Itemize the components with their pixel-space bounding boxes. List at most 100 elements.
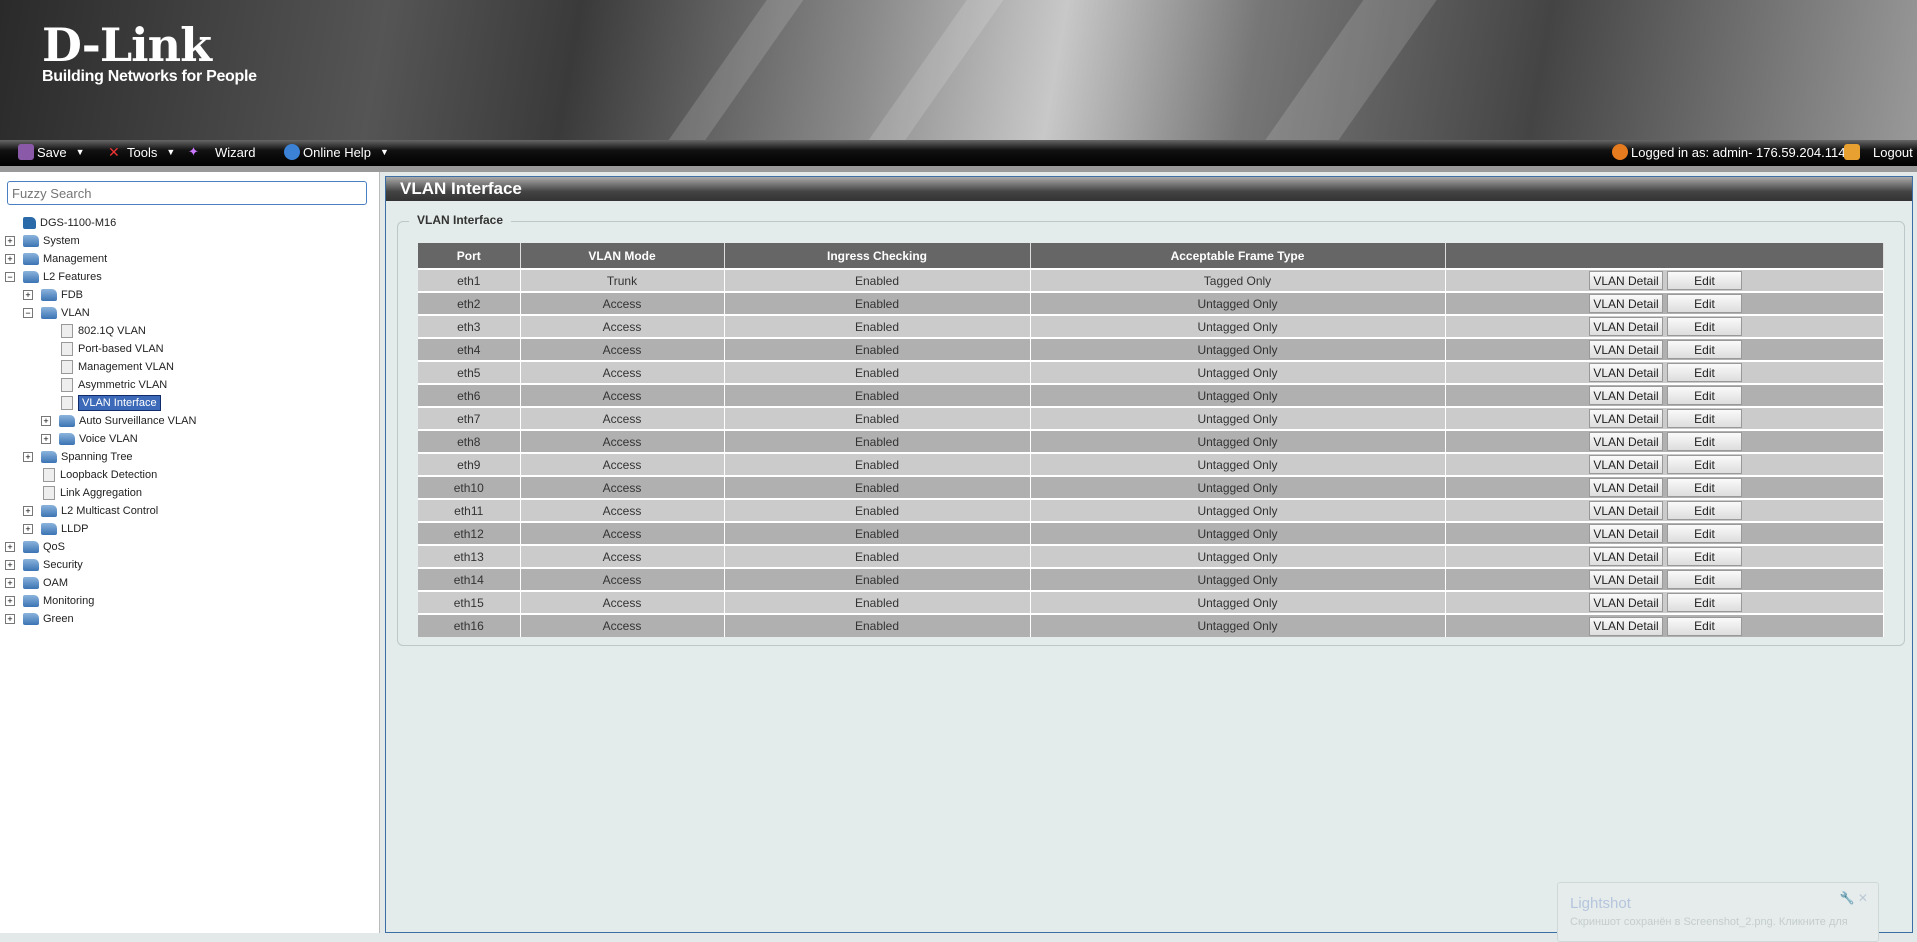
vlan-interface-fieldset: VLAN Interface Port VLAN Mode Ingress Ch… [397, 213, 1905, 646]
tree-item[interactable]: Link Aggregation [0, 484, 196, 502]
lightshot-notification[interactable]: Lightshot Скриншот сохранён в Screenshot… [1557, 882, 1879, 942]
folder-icon [23, 253, 39, 265]
table-cell: eth16 [418, 613, 521, 637]
edit-button[interactable]: Edit [1667, 616, 1742, 636]
main-panel: VLAN Interface VLAN Interface Port VLAN … [385, 176, 1913, 933]
table-cell: Access [520, 475, 725, 499]
vlan-detail-button[interactable]: VLAN Detail [1589, 317, 1663, 336]
folder-icon [23, 271, 39, 283]
table-cell: Access [520, 360, 725, 384]
edit-button[interactable]: Edit [1667, 547, 1742, 566]
tree-item[interactable]: 802.1Q VLAN [0, 322, 196, 340]
table-cell: Access [520, 521, 725, 545]
edit-button[interactable]: Edit [1667, 478, 1742, 497]
collapse-icon[interactable]: − [23, 308, 33, 318]
edit-button[interactable]: Edit [1667, 317, 1742, 336]
vlan-detail-button[interactable]: VLAN Detail [1589, 478, 1663, 497]
expand-icon[interactable]: + [5, 578, 15, 588]
tree-item[interactable]: + System [0, 232, 196, 250]
expand-icon[interactable]: + [23, 506, 33, 516]
edit-button[interactable]: Edit [1667, 340, 1742, 359]
expand-icon[interactable]: + [5, 560, 15, 570]
tree-item[interactable]: + Voice VLAN [0, 430, 196, 448]
tree-item[interactable]: VLAN Interface [0, 394, 196, 412]
expand-icon[interactable]: + [5, 254, 15, 264]
edit-button[interactable]: Edit [1667, 570, 1742, 589]
fuzzy-search-input[interactable] [7, 181, 367, 205]
tree-item[interactable]: − VLAN [0, 304, 196, 322]
tree-item[interactable]: + Spanning Tree [0, 448, 196, 466]
edit-button[interactable]: Edit [1667, 386, 1742, 405]
tree-item[interactable]: + FDB [0, 286, 196, 304]
expand-icon[interactable]: + [23, 452, 33, 462]
tree-item[interactable]: + OAM [0, 574, 196, 592]
tree-item[interactable]: + Auto Surveillance VLAN [0, 412, 196, 430]
tree-item[interactable]: + Monitoring [0, 592, 196, 610]
online-help-menu[interactable]: Online Help ▼ [284, 144, 389, 160]
expand-icon[interactable]: + [5, 236, 15, 246]
tree-item[interactable]: Loopback Detection [0, 466, 196, 484]
edit-button[interactable]: Edit [1667, 294, 1742, 313]
edit-button[interactable]: Edit [1667, 455, 1742, 474]
edit-button[interactable]: Edit [1667, 271, 1742, 290]
table-cell: Enabled [724, 521, 1031, 545]
expand-icon[interactable]: + [41, 434, 51, 444]
edit-button[interactable]: Edit [1667, 501, 1742, 520]
tree-item[interactable]: + Green [0, 610, 196, 628]
toolbar: Save ▼ ✕ Tools ▼ ✦ Wizard Online Help ▼ Logge… [0, 140, 1917, 166]
vlan-detail-button[interactable]: VLAN Detail [1589, 570, 1663, 589]
edit-button[interactable]: Edit [1667, 593, 1742, 612]
vlan-detail-button[interactable]: VLAN Detail [1589, 271, 1663, 290]
table-row: eth7 Access Enabled Untagged Only VLAN Detai… [418, 406, 1884, 430]
edit-button[interactable]: Edit [1667, 432, 1742, 451]
vlan-detail-button[interactable]: VLAN Detail [1589, 501, 1663, 520]
folder-icon [41, 451, 57, 463]
vlan-detail-button[interactable]: VLAN Detail [1589, 409, 1663, 428]
tree-item[interactable]: + L2 Multicast Control [0, 502, 196, 520]
expand-icon[interactable]: + [23, 524, 33, 534]
tree-item[interactable]: Management VLAN [0, 358, 196, 376]
vlan-detail-button[interactable]: VLAN Detail [1589, 616, 1663, 636]
table-row: eth5 Access Enabled Untagged Only VLAN Detai… [418, 360, 1884, 384]
vlan-detail-button[interactable]: VLAN Detail [1589, 432, 1663, 451]
vlan-detail-button[interactable]: VLAN Detail [1589, 593, 1663, 612]
table-cell: Access [520, 383, 725, 407]
folder-icon [41, 289, 57, 301]
tree-item[interactable]: − L2 Features [0, 268, 196, 286]
tree-item[interactable]: + LLDP [0, 520, 196, 538]
tree-item[interactable]: + Security [0, 556, 196, 574]
tree-item[interactable]: DGS-1100-M16 [0, 214, 196, 232]
tree-item[interactable]: Asymmetric VLAN [0, 376, 196, 394]
logged-in-status: Logged in as: admin- 176.59.204.114 [1612, 144, 1845, 160]
vlan-detail-button[interactable]: VLAN Detail [1589, 386, 1663, 405]
collapse-icon[interactable]: − [5, 272, 15, 282]
folder-icon [23, 577, 39, 589]
edit-button[interactable]: Edit [1667, 363, 1742, 382]
expand-icon[interactable]: + [5, 614, 15, 624]
edit-button[interactable]: Edit [1667, 409, 1742, 428]
tools-menu[interactable]: ✕ Tools ▼ [108, 144, 175, 160]
expand-icon[interactable]: + [5, 596, 15, 606]
table-cell: eth3 [418, 314, 521, 338]
table-cell: Enabled [724, 590, 1031, 614]
logout-button[interactable]: Logout [1844, 144, 1913, 160]
vlan-detail-button[interactable]: VLAN Detail [1589, 294, 1663, 313]
tree-item[interactable]: Port-based VLAN [0, 340, 196, 358]
vlan-detail-button[interactable]: VLAN Detail [1589, 340, 1663, 359]
wizard-button[interactable]: ✦ Wizard [188, 144, 255, 160]
tree-item[interactable]: + QoS [0, 538, 196, 556]
save-menu[interactable]: Save ▼ [18, 144, 85, 160]
vlan-detail-button[interactable]: VLAN Detail [1589, 524, 1663, 543]
vlan-detail-button[interactable]: VLAN Detail [1589, 455, 1663, 474]
expand-icon[interactable]: + [5, 542, 15, 552]
close-icon[interactable]: 🔧 ✕ [1840, 891, 1868, 905]
vlan-detail-button[interactable]: VLAN Detail [1589, 547, 1663, 566]
expand-icon[interactable]: + [41, 416, 51, 426]
table-cell: eth4 [418, 337, 521, 361]
col-port: Port [418, 243, 521, 269]
table-row: eth2 Access Enabled Untagged Only VLAN Detai… [418, 291, 1884, 315]
vlan-detail-button[interactable]: VLAN Detail [1589, 363, 1663, 382]
tree-item[interactable]: + Management [0, 250, 196, 268]
expand-icon[interactable]: + [23, 290, 33, 300]
edit-button[interactable]: Edit [1667, 524, 1742, 543]
